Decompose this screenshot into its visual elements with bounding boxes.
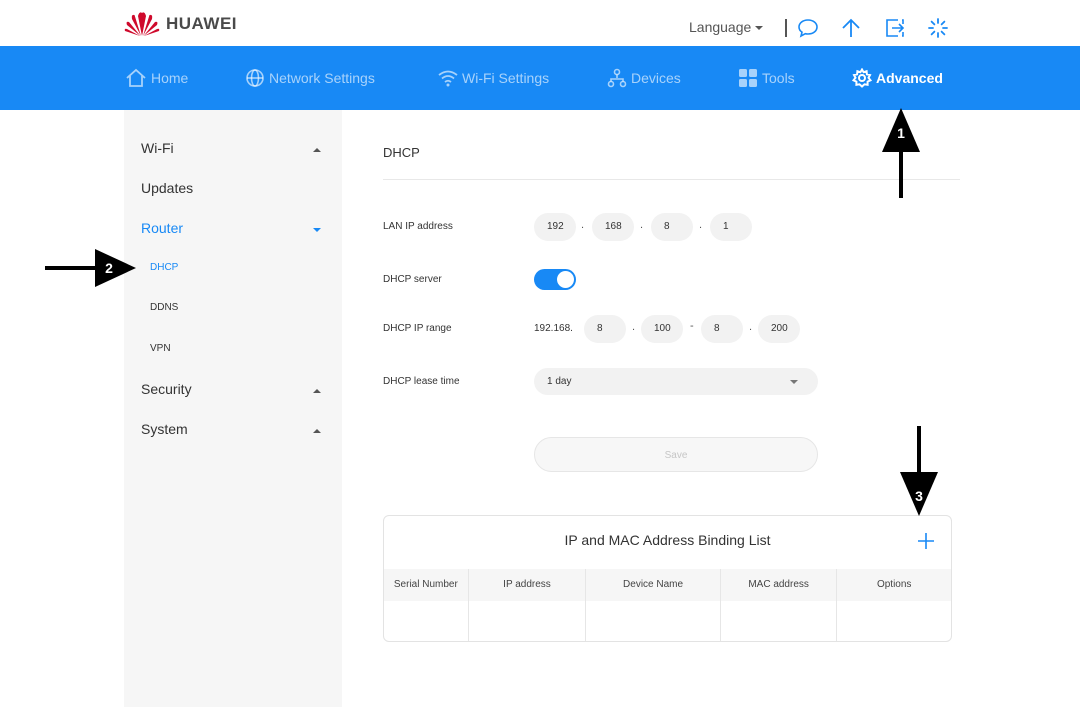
annotation-overlay: 1 2 3 [45,108,938,516]
annotation-arrow-1: 1 [882,108,920,198]
annotation-number-2: 2 [105,260,113,276]
annotation-arrow-3: 3 [900,426,938,516]
annotation-arrow-2: 2 [45,249,136,287]
router-admin-page: HUAWEI Language Home Network Settings Wi… [0,0,1080,707]
annotation-number-1: 1 [897,125,905,141]
annotation-number-3: 3 [915,488,923,504]
